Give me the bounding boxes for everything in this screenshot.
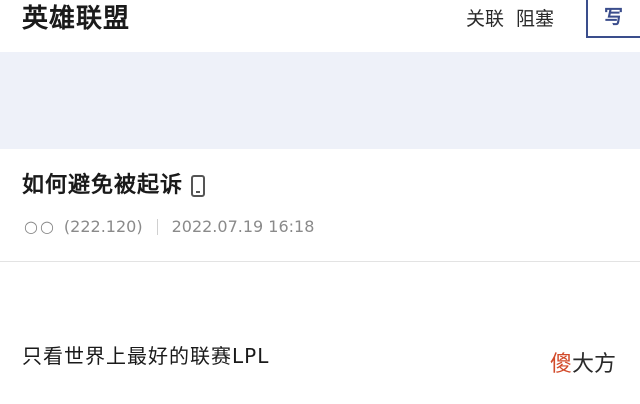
post-body-text: 只看世界上最好的联赛LPL (22, 344, 270, 368)
mobile-phone-icon (191, 175, 206, 197)
watermark-char: 傻 (550, 352, 573, 377)
banner-area (0, 52, 640, 149)
post-title: 如何避免被起诉 (22, 173, 184, 198)
post-header: 如何避免被起诉 ○○ (222.120) 2022.07.19 16:18 (0, 149, 640, 262)
post-title-row: 如何避免被起诉 (22, 171, 206, 201)
header-actions: 关联 阻塞 (466, 6, 554, 32)
gallery-header: 英雄联盟 关联 阻塞 写 (0, 0, 640, 52)
follow-button[interactable]: 关联 (466, 6, 504, 32)
write-button[interactable]: 写 (586, 0, 640, 38)
watermark-chars: 大方 (572, 352, 617, 377)
author-ip: (222.120) (63, 217, 143, 236)
post-body: 只看世界上最好的联赛LPL (0, 262, 640, 404)
post-meta: ○○ (222.120) 2022.07.19 16:18 (24, 215, 314, 239)
meta-divider (156, 219, 158, 235)
post-timestamp: 2022.07.19 16:18 (171, 217, 315, 236)
write-button-label: 写 (604, 6, 624, 28)
block-button[interactable]: 阻塞 (516, 6, 554, 32)
watermark-logo: 傻 大方 (550, 350, 616, 380)
author-name[interactable]: ○○ (24, 215, 56, 239)
gallery-title[interactable]: 英雄联盟 (22, 2, 130, 36)
